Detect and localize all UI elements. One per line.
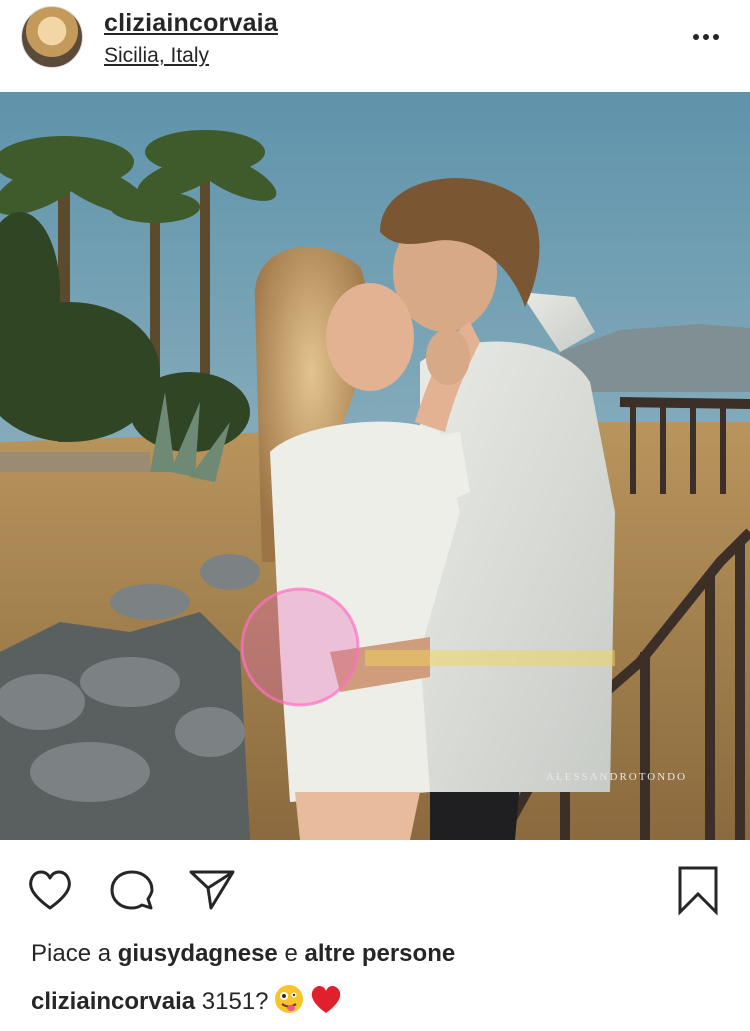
post-caption: cliziaincorvaia 3151? (31, 983, 343, 1022)
like-button[interactable] (24, 864, 76, 916)
liker-username[interactable]: giusydagnese (118, 940, 278, 967)
comment-button[interactable] (106, 864, 158, 916)
likes-summary: Piace a giusydagnese e altre persone (31, 940, 455, 968)
caption-username[interactable]: cliziaincorvaia (31, 988, 195, 1015)
comment-bubble-icon (110, 870, 154, 910)
post-photo[interactable]: ALESSANDROTONDO (0, 92, 750, 840)
zany-face-emoji (273, 983, 305, 1022)
save-button[interactable] (672, 864, 724, 916)
post-location[interactable]: Sicilia, Italy (104, 44, 209, 68)
photo-credit: ALESSANDROTONDO (546, 771, 688, 783)
likes-prefix: Piace a (31, 940, 118, 967)
action-bar (0, 840, 750, 940)
red-heart-emoji (309, 983, 343, 1022)
post-header: cliziaincorvaia Sicilia, Italy (0, 0, 750, 92)
likes-middle: e (277, 940, 305, 967)
share-button[interactable] (187, 864, 239, 916)
more-dots-icon (693, 34, 719, 40)
bookmark-icon (678, 866, 718, 916)
more-options-button[interactable] (686, 20, 726, 50)
post-username[interactable]: cliziaincorvaia (104, 9, 278, 38)
likes-others-link[interactable]: altre persone (304, 940, 455, 967)
caption-text: 3151? (195, 988, 269, 1015)
user-avatar[interactable] (21, 6, 83, 68)
heart-outline-icon (29, 870, 71, 910)
paper-plane-icon (189, 870, 235, 910)
